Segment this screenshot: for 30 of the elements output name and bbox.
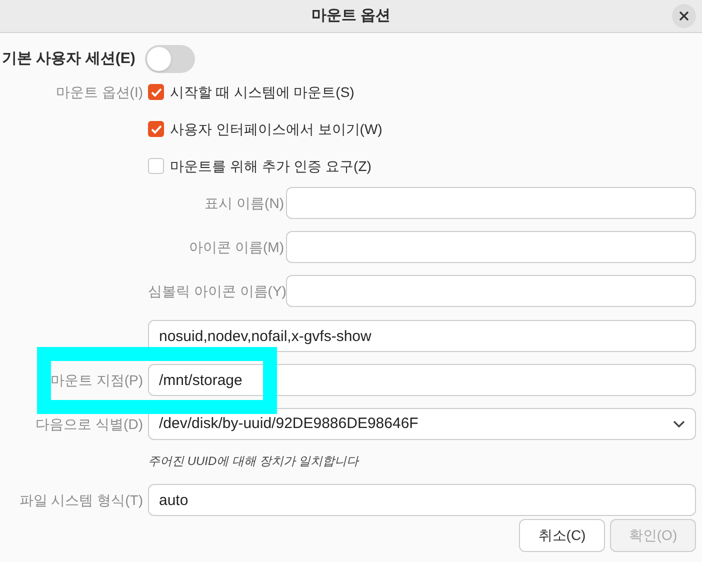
checkbox-label: 마운트를 위해 추가 인증 요구(Z) xyxy=(170,156,372,176)
checkmark-icon xyxy=(150,88,162,96)
text-field[interactable]: nosuid,nodev,nofail,x-gvfs-show xyxy=(148,320,696,352)
checkbox[interactable] xyxy=(148,84,164,100)
field-label: 표시 이름(N) xyxy=(204,194,284,213)
close-icon xyxy=(679,11,689,21)
checkmark-icon xyxy=(150,124,162,134)
session-label: 기본 사용자 세션(E) xyxy=(2,48,136,69)
field-label: 아이콘 이름(M) xyxy=(188,238,284,257)
hint-text: 주어진 UUID에 대해 장치가 일치합니다 xyxy=(148,453,360,470)
dialog-button[interactable]: 취소(C) xyxy=(519,519,605,552)
text-field[interactable]: auto xyxy=(148,484,696,516)
checkbox[interactable] xyxy=(148,121,164,137)
close-button[interactable] xyxy=(672,4,696,28)
checkbox-label: 사용자 인터페이스에서 보이기(W) xyxy=(170,120,382,139)
text-field[interactable] xyxy=(286,231,696,263)
field-label: 심볼릭 아이콘 이름(Y) xyxy=(148,282,284,301)
filesystem-label: 파일 시스템 형식(T) xyxy=(18,490,143,510)
identify-dropdown[interactable]: /dev/disk/by-uuid/92DE9886DE98646F xyxy=(148,408,696,440)
mount-options-label: 마운트 옵션(I) xyxy=(54,83,143,102)
text-field[interactable] xyxy=(286,187,696,219)
text-field[interactable]: /mnt/storage xyxy=(148,364,696,396)
session-toggle[interactable] xyxy=(145,45,196,73)
window-title: 마운트 옵션 xyxy=(311,6,391,26)
text-field[interactable] xyxy=(286,275,696,307)
checkbox-label: 시작할 때 시스템에 마운트(S) xyxy=(170,82,354,102)
checkbox[interactable] xyxy=(148,158,164,174)
identify-label: 다음으로 식별(D) xyxy=(34,414,143,434)
chevron-down-icon xyxy=(673,420,685,428)
mount-point-label: 마운트 지점(P) xyxy=(49,370,143,390)
